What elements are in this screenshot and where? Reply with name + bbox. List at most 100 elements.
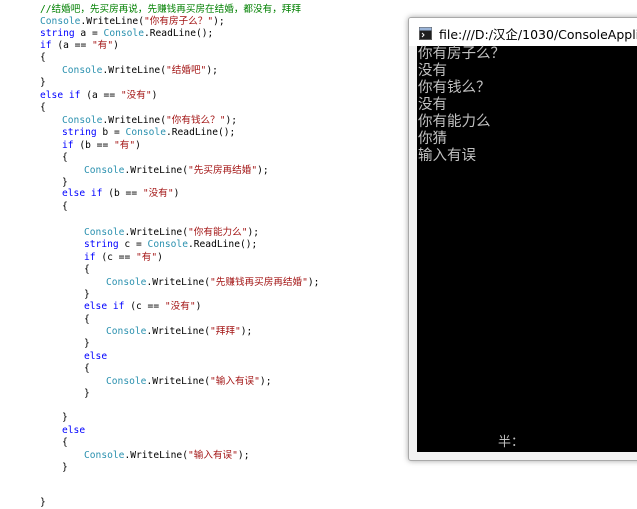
console-output-area[interactable]: 你有房子么？ 没有 你有钱么？ 没有 你有能力么 你猜 输入有误 半： — [417, 46, 637, 452]
code-line: } — [84, 338, 90, 350]
code-token: .WriteLine( — [80, 16, 144, 27]
code-line: else if (a == "没有") — [40, 90, 157, 102]
code-line: { — [40, 52, 46, 64]
code-token: ); — [206, 65, 218, 76]
code-token: { — [62, 152, 68, 163]
code-token: (b == — [73, 140, 114, 151]
code-token: ); — [237, 450, 250, 461]
console-output-line: 你猜 — [418, 131, 447, 147]
code-token: .ReadLine(); — [187, 239, 258, 250]
code-line: if (b == "有") — [62, 140, 141, 152]
code-token: .ReadLine(); — [143, 28, 214, 39]
code-token: } — [40, 77, 46, 88]
code-token: ) — [195, 301, 202, 312]
code-token: } — [84, 289, 90, 300]
console-window[interactable]: file:///D:/汉企/1030/ConsoleApplic 你有房子么？没… — [408, 17, 637, 461]
code-token: "你有钱么？" — [165, 115, 226, 126]
code-token: Console — [62, 115, 103, 126]
code-token: (b == — [102, 188, 143, 199]
code-token: (c == — [124, 301, 165, 312]
code-line: { — [40, 102, 46, 114]
code-line: string b = Console.ReadLine(); — [62, 127, 235, 139]
code-token: ) — [151, 90, 158, 101]
code-token: ) — [173, 188, 180, 199]
code-line: { — [84, 264, 90, 276]
code-token: (a == — [51, 40, 92, 51]
code-token: ) — [113, 40, 119, 51]
code-token: } — [84, 388, 90, 399]
code-token: .WriteLine( — [146, 326, 210, 337]
code-token: "有" — [92, 40, 114, 51]
code-token: "输入有误" — [209, 376, 260, 387]
code-token: ) — [157, 252, 163, 263]
code-line: else — [62, 425, 85, 437]
code-line: Console.WriteLine("拜拜"); — [106, 326, 252, 338]
code-token: if — [40, 40, 52, 51]
code-token: .WriteLine( — [124, 450, 188, 461]
code-line: Console.WriteLine("你有能力么"); — [84, 227, 259, 239]
code-token: "没有" — [142, 188, 174, 199]
code-token: Console — [106, 376, 147, 387]
code-token: "结婚吧" — [165, 65, 207, 76]
code-token: string — [62, 127, 97, 138]
code-line: Console.WriteLine("先买房再结婚"); — [84, 165, 269, 177]
console-output-line: 没有 — [418, 97, 447, 113]
code-token: (a == — [80, 90, 121, 101]
code-token: "先赚钱再买房再结婚" — [209, 277, 308, 288]
code-token: "拜拜" — [209, 326, 241, 337]
code-token: Console — [84, 450, 125, 461]
code-line: Console.WriteLine("你有钱么？"); — [62, 115, 237, 127]
code-token: string — [40, 28, 75, 39]
console-output-line: 输入有误 — [418, 148, 476, 164]
code-token: .WriteLine( — [124, 165, 188, 176]
code-token: ); — [213, 16, 225, 27]
code-line: } — [40, 77, 46, 89]
code-token: "没有" — [120, 90, 152, 101]
code-token: { — [84, 363, 90, 374]
code-line: } — [84, 388, 90, 400]
code-token: .WriteLine( — [146, 376, 210, 387]
console-output-line: 你有能力么 — [418, 114, 491, 130]
code-line: { — [62, 437, 68, 449]
code-token: "你有房子么？" — [143, 16, 214, 27]
code-line: { — [62, 201, 68, 213]
code-line: if (c == "有") — [84, 252, 163, 264]
code-token: .WriteLine( — [102, 65, 166, 76]
code-token: .ReadLine(); — [165, 127, 236, 138]
code-token: b = — [96, 127, 126, 138]
code-line: { — [84, 363, 90, 375]
code-line: if (a == "有") — [40, 40, 119, 52]
code-token: ); — [307, 277, 320, 288]
code-line: } — [84, 289, 90, 301]
code-line: Console.WriteLine("结婚吧"); — [62, 65, 218, 77]
code-line: } — [62, 412, 68, 424]
code-token: .WriteLine( — [102, 115, 166, 126]
code-token: } — [62, 412, 68, 423]
console-output-line: 没有 — [418, 63, 447, 79]
code-token: { — [62, 201, 68, 212]
console-output-line: 你有钱么？ — [418, 80, 491, 96]
code-token: { — [40, 52, 46, 63]
code-line: Console.WriteLine("输入有误"); — [106, 376, 271, 388]
code-token: } — [62, 462, 68, 473]
code-token: .WriteLine( — [124, 227, 188, 238]
code-line: else — [84, 351, 107, 363]
code-token: Console — [106, 277, 147, 288]
code-token: ); — [225, 115, 238, 126]
code-token: Console — [147, 239, 188, 250]
code-token: ); — [257, 165, 269, 176]
code-token: { — [84, 264, 90, 275]
code-line: } — [40, 497, 46, 509]
code-token: a = — [74, 28, 104, 39]
code-token: "有" — [136, 252, 158, 263]
console-window-title: file:///D:/汉企/1030/ConsoleApplic — [439, 27, 637, 42]
console-app-icon — [419, 25, 432, 40]
code-token: else if — [62, 188, 103, 199]
console-title-bar[interactable]: file:///D:/汉企/1030/ConsoleApplic — [409, 18, 637, 46]
code-token: Console — [62, 65, 103, 76]
code-token: (c == — [95, 252, 136, 263]
code-token: Console — [84, 165, 125, 176]
code-line: string a = Console.ReadLine(); — [40, 28, 213, 40]
code-line: { — [84, 314, 90, 326]
code-line: string c = Console.ReadLine(); — [84, 239, 257, 251]
